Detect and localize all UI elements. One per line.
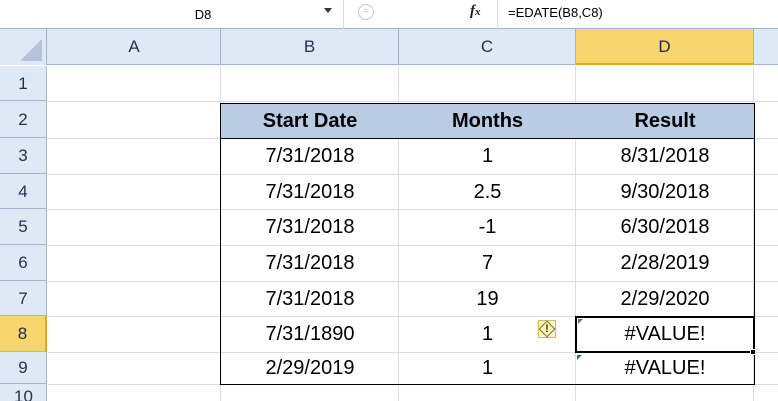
gridline bbox=[48, 101, 778, 102]
error-indicator-icon bbox=[577, 355, 582, 360]
row-header-6[interactable]: 6 bbox=[0, 245, 47, 281]
row-header-7[interactable]: 7 bbox=[0, 281, 47, 316]
row-header-2[interactable]: 2 bbox=[0, 101, 47, 138]
error-warning-icon[interactable]: ! bbox=[538, 320, 556, 338]
name-box[interactable]: D8 bbox=[3, 4, 343, 24]
row-header-3[interactable]: 3 bbox=[0, 138, 47, 174]
chevron-down-icon[interactable] bbox=[324, 8, 332, 13]
select-all-icon bbox=[20, 39, 42, 61]
active-cell-selection[interactable] bbox=[575, 316, 755, 353]
column-header-bar: A B C D bbox=[0, 29, 778, 65]
error-indicator-icon bbox=[578, 319, 583, 324]
fill-handle[interactable] bbox=[750, 349, 756, 355]
row-header-10[interactable]: 10 bbox=[0, 384, 47, 401]
row-header-8[interactable]: 8 bbox=[0, 316, 47, 352]
column-header-c[interactable]: C bbox=[399, 29, 576, 65]
row-header-9[interactable]: 9 bbox=[0, 352, 47, 384]
row-header-4[interactable]: 4 bbox=[0, 174, 47, 209]
formula-bar: D8 = fx =EDATE(B8,C8) bbox=[0, 0, 778, 29]
worksheet-grid[interactable]: Start Date Months Result 7/31/2018 1 8/3… bbox=[48, 66, 778, 401]
column-header-b[interactable]: B bbox=[221, 29, 399, 65]
table-header-divider bbox=[220, 103, 755, 139]
column-header-a[interactable]: A bbox=[48, 29, 221, 65]
row-header-5[interactable]: 5 bbox=[0, 209, 47, 245]
formula-bar-divider bbox=[497, 0, 498, 29]
column-header-d[interactable]: D bbox=[576, 29, 754, 65]
cancel-icon[interactable]: = bbox=[358, 4, 374, 20]
select-all-button[interactable] bbox=[0, 29, 47, 65]
formula-bar-divider bbox=[343, 0, 344, 29]
formula-input[interactable]: =EDATE(B8,C8) bbox=[508, 5, 603, 20]
exclamation-icon: ! bbox=[545, 323, 549, 335]
row-header-1[interactable]: 1 bbox=[0, 66, 47, 101]
fx-icon[interactable]: fx bbox=[470, 3, 481, 20]
name-box-value: D8 bbox=[194, 7, 212, 22]
